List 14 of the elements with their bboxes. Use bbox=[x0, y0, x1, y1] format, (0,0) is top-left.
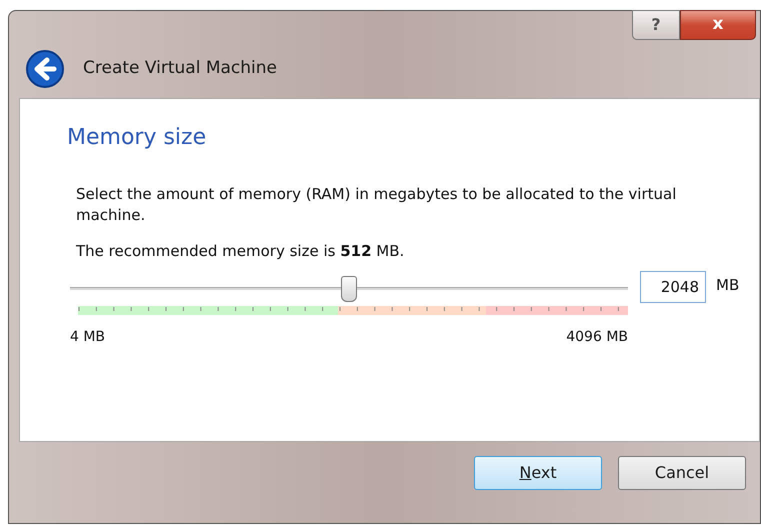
recommendation-text: The recommended memory size is 512 MB. bbox=[76, 241, 406, 262]
page-heading: Memory size bbox=[67, 124, 208, 152]
description-text: Select the amount of memory (RAM) in megabytes to be allocated to the virtual machine. bbox=[76, 184, 678, 226]
help-button[interactable]: ? bbox=[632, 10, 680, 40]
memory-slider[interactable] bbox=[70, 274, 628, 302]
cancel-button[interactable]: Cancel bbox=[618, 456, 746, 490]
next-button[interactable]: Next bbox=[474, 456, 602, 490]
min-label: 4 MB bbox=[70, 328, 106, 346]
memory-input[interactable]: 2048 bbox=[640, 270, 706, 302]
close-button[interactable]: x bbox=[680, 10, 756, 40]
max-label: 4096 MB bbox=[566, 328, 628, 346]
slider-thumb[interactable] bbox=[341, 276, 357, 302]
unit-label: MB bbox=[716, 274, 740, 296]
window-title: Create Virtual Machine bbox=[83, 57, 278, 80]
